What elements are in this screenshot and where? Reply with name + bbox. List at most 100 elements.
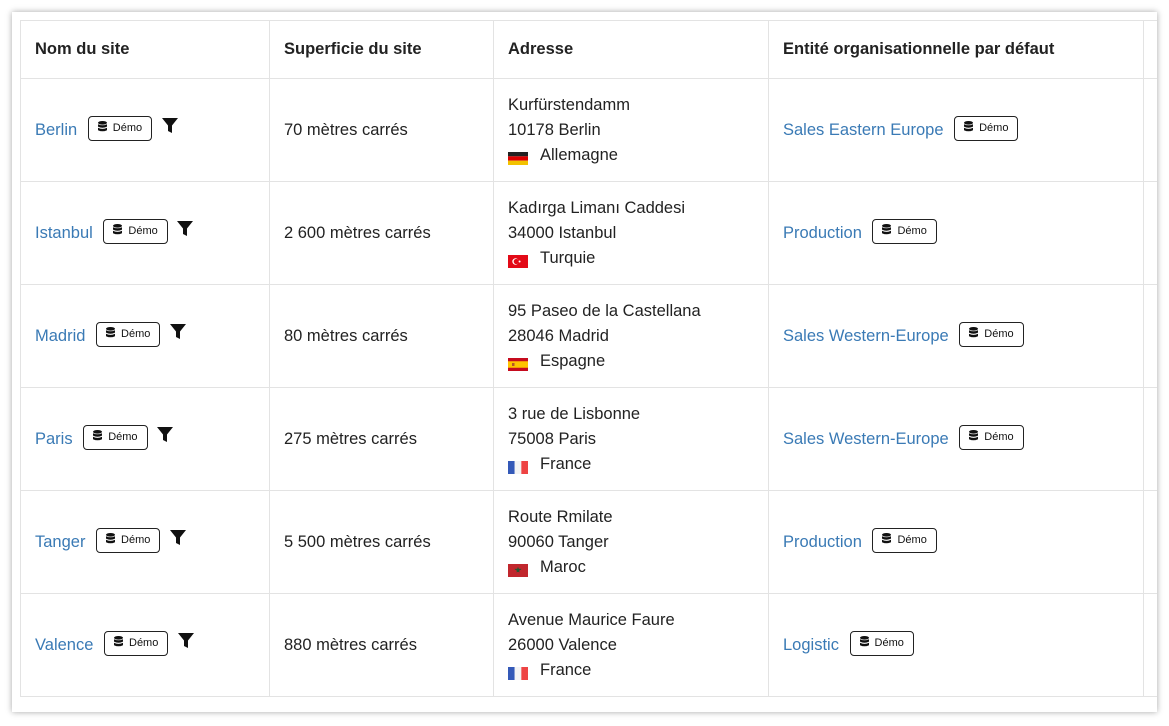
site-name-cell: Tanger Démo — [20, 490, 270, 594]
extra-cell — [1143, 490, 1157, 594]
address-country: Maroc — [540, 557, 586, 576]
org-entity-cell: Production Démo — [768, 181, 1144, 285]
header-site-area[interactable]: Superficie du site — [269, 20, 494, 79]
demo-badge: Démo — [103, 218, 168, 244]
address-country: Turquie — [540, 248, 596, 267]
database-icon — [97, 121, 107, 135]
address-cell: Route Rmilate 90060 Tanger Maroc — [493, 490, 769, 594]
sites-table: Nom du site Superficie du site Adresse E… — [20, 20, 1157, 697]
extra-cell — [1143, 593, 1157, 697]
org-entity-link[interactable]: Logistic — [783, 635, 839, 653]
demo-badge-label: Démo — [984, 328, 1014, 340]
org-entity-link[interactable]: Sales Western-Europe — [783, 326, 949, 344]
filter-icon[interactable] — [156, 426, 174, 444]
address-country: Allemagne — [540, 145, 618, 164]
table-row: Istanbul Démo 2 600 mètres carrés Kadırg… — [20, 181, 1157, 285]
database-icon — [113, 224, 123, 238]
org-entity-link[interactable]: Production — [783, 223, 862, 241]
address-cell: 95 Paseo de la Castellana 28046 Madrid E… — [493, 284, 769, 388]
address-street: Kadırga Limanı Caddesi — [508, 198, 686, 217]
org-entity-link[interactable]: Sales Eastern Europe — [783, 120, 944, 138]
database-icon — [114, 636, 123, 650]
database-icon — [106, 327, 116, 341]
extra-cell — [1143, 78, 1157, 182]
address-country-line: Espagne — [508, 349, 754, 374]
database-icon — [106, 533, 116, 547]
site-name-link[interactable]: Tanger — [35, 532, 85, 550]
table-row: Valence Démo 880 mètres carrés Avenue Ma… — [20, 593, 1157, 697]
org-entity-cell: Production Démo — [768, 490, 1144, 594]
org-entity-link[interactable]: Sales Western-Europe — [783, 429, 949, 447]
site-name-cell: Paris Démo — [20, 387, 270, 491]
database-icon — [882, 533, 892, 547]
address-street: Avenue Maurice Faure — [508, 610, 675, 629]
database-icon — [882, 224, 892, 238]
table-row: Berlin Démo 70 mètres carrés Kurfürstend… — [20, 78, 1157, 182]
filter-icon[interactable] — [161, 117, 179, 135]
site-area-cell: 2 600 mètres carrés — [269, 181, 494, 285]
org-entity-cell: Sales Western-Europe Démo — [768, 284, 1144, 388]
demo-badge: Démo — [849, 630, 914, 656]
address-country: France — [540, 454, 592, 473]
address-country-line: Allemagne — [508, 143, 754, 168]
header-address[interactable]: Adresse — [493, 20, 769, 79]
france-flag-icon — [508, 663, 528, 680]
table-row: Paris Démo 275 mètres carrés 3 rue de Li… — [20, 387, 1157, 491]
address-city: 28046 Madrid — [508, 326, 609, 345]
site-name-link[interactable]: Madrid — [35, 326, 85, 344]
address-cell: Avenue Maurice Faure 26000 Valence Franc… — [493, 593, 769, 697]
demo-badge-label: Démo — [979, 122, 1009, 134]
table-frame: Nom du site Superficie du site Adresse E… — [12, 12, 1157, 712]
database-icon — [93, 430, 103, 444]
site-area-cell: 70 mètres carrés — [269, 78, 494, 182]
filter-icon[interactable] — [169, 529, 187, 547]
table-row: Madrid Démo 80 mètres carrés 95 Paseo de… — [20, 284, 1157, 388]
demo-badge: Démo — [954, 115, 1019, 141]
morocco-flag-icon — [508, 560, 528, 577]
demo-badge: Démo — [959, 321, 1024, 347]
address-country: Espagne — [540, 351, 606, 370]
demo-badge: Démo — [96, 527, 161, 553]
demo-badge: Démo — [96, 321, 161, 347]
database-icon — [969, 327, 979, 341]
turkey-flag-icon — [508, 251, 528, 268]
demo-badge: Démo — [959, 424, 1024, 450]
address-city: 26000 Valence — [508, 635, 617, 654]
spain-flag-icon — [508, 354, 528, 371]
site-name-cell: Istanbul Démo — [20, 181, 270, 285]
demo-badge: Démo — [83, 424, 148, 450]
demo-badge-label: Démo — [984, 431, 1014, 443]
address-city: 10178 Berlin — [508, 120, 601, 139]
site-name-link[interactable]: Berlin — [35, 120, 77, 138]
site-area-cell: 880 mètres carrés — [269, 593, 494, 697]
site-name-cell: Madrid Démo — [20, 284, 270, 388]
demo-badge-label: Démo — [121, 328, 151, 340]
address-country-line: France — [508, 452, 754, 477]
demo-badge-label: Démo — [108, 431, 138, 443]
demo-badge-label: Démo — [112, 122, 143, 134]
filter-icon[interactable] — [169, 323, 187, 341]
address-cell: 3 rue de Lisbonne 75008 Paris France — [493, 387, 769, 491]
demo-badge-label: Démo — [874, 637, 904, 649]
address-city: 75008 Paris — [508, 429, 597, 448]
header-row: Nom du site Superficie du site Adresse E… — [20, 20, 1157, 79]
site-name-link[interactable]: Valence — [35, 635, 93, 653]
site-name-link[interactable]: Istanbul — [35, 223, 93, 241]
site-name-cell: Berlin Démo — [20, 78, 270, 182]
extra-cell — [1143, 181, 1157, 285]
header-default-org-entity[interactable]: Entité organisationnelle par défaut — [768, 20, 1144, 79]
filter-icon[interactable] — [177, 632, 195, 650]
filter-icon[interactable] — [176, 220, 194, 238]
header-site-name[interactable]: Nom du site — [20, 20, 270, 79]
site-name-link[interactable]: Paris — [35, 429, 73, 447]
org-entity-link[interactable]: Production — [783, 532, 862, 550]
demo-badge-label: Démo — [897, 225, 927, 237]
demo-badge-label: Démo — [128, 225, 158, 237]
address-street: Kurfürstendamm — [508, 95, 630, 114]
address-country-line: Turquie — [508, 246, 754, 271]
extra-cell — [1143, 284, 1157, 388]
address-city: 34000 Istanbul — [508, 223, 617, 242]
site-area-cell: 80 mètres carrés — [269, 284, 494, 388]
site-name-cell: Valence Démo — [20, 593, 270, 697]
database-icon — [969, 430, 979, 444]
